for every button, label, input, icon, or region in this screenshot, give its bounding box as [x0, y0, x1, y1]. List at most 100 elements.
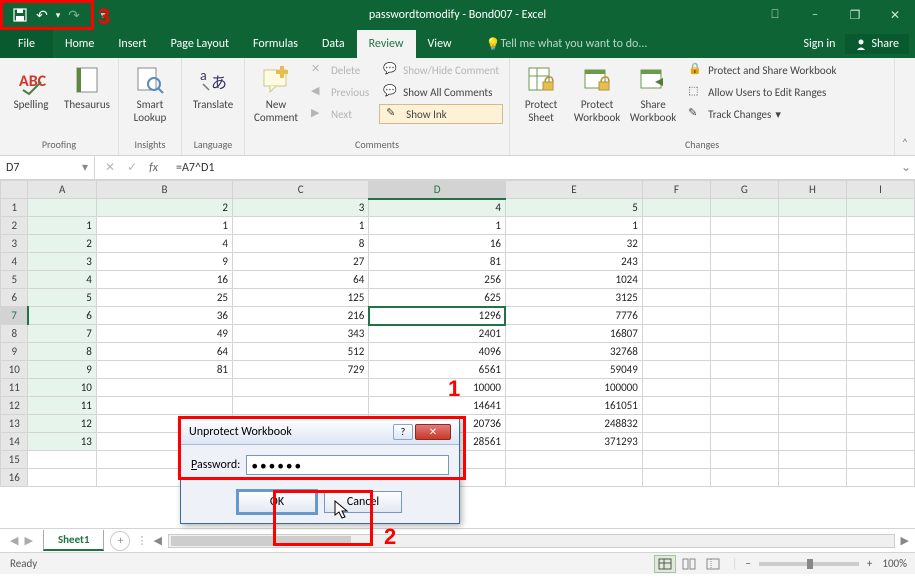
zoom-out-button[interactable]: − [745, 557, 750, 570]
cell[interactable]: 16 [96, 271, 232, 289]
cell[interactable] [233, 397, 369, 415]
cell[interactable] [642, 469, 710, 487]
cell[interactable] [846, 397, 914, 415]
row-header-14[interactable]: 14 [1, 433, 28, 451]
cell[interactable] [846, 325, 914, 343]
row-header-13[interactable]: 13 [1, 415, 28, 433]
zoom-level[interactable]: 100% [882, 557, 907, 570]
ok-button[interactable]: OK [238, 491, 316, 513]
cell[interactable] [710, 325, 778, 343]
save-icon[interactable] [9, 4, 31, 26]
col-header-A[interactable]: A [28, 181, 96, 199]
allow-edit-ranges-button[interactable]: ⬚Allow Users to Edit Ranges [684, 82, 840, 102]
cell[interactable]: 11 [28, 397, 96, 415]
cell[interactable] [778, 433, 846, 451]
col-header-H[interactable]: H [778, 181, 846, 199]
cell[interactable] [505, 451, 642, 469]
cell[interactable] [642, 271, 710, 289]
row-header-12[interactable]: 12 [1, 397, 28, 415]
tab-split-icon[interactable]: ⋮ [136, 534, 147, 547]
cell[interactable]: 10 [28, 379, 96, 397]
cell[interactable] [778, 217, 846, 235]
tab-nav-next-icon[interactable]: ▶ [24, 534, 32, 547]
tab-file[interactable]: File [0, 30, 53, 58]
smart-lookup-button[interactable]: Smart Lookup [125, 60, 175, 124]
tab-nav-prev-icon[interactable]: ◀ [10, 534, 18, 547]
cell[interactable] [96, 379, 232, 397]
dialog-help-button[interactable]: ? [393, 424, 413, 440]
cell[interactable]: 14641 [369, 397, 506, 415]
row-header-3[interactable]: 3 [1, 235, 28, 253]
add-sheet-button[interactable]: + [110, 531, 130, 551]
cell[interactable]: 1 [369, 217, 506, 235]
row-header-8[interactable]: 8 [1, 325, 28, 343]
cell[interactable]: 64 [233, 271, 369, 289]
cell[interactable]: 6 [28, 307, 96, 325]
cell[interactable]: 4096 [369, 343, 506, 361]
cell[interactable] [846, 451, 914, 469]
cell[interactable] [778, 253, 846, 271]
cell[interactable] [846, 271, 914, 289]
cell[interactable]: 16 [369, 235, 506, 253]
formula-input[interactable]: =A7^D1 [168, 161, 897, 175]
col-header-C[interactable]: C [233, 181, 369, 199]
cell[interactable]: 2 [96, 199, 232, 217]
col-header-D[interactable]: D [369, 181, 506, 199]
undo-dropdown-icon[interactable]: ▾ [53, 4, 63, 26]
cell[interactable] [846, 253, 914, 271]
cell[interactable]: 100000 [505, 379, 642, 397]
cell[interactable]: 81 [369, 253, 506, 271]
cell[interactable] [778, 451, 846, 469]
cell[interactable] [710, 271, 778, 289]
cell[interactable] [642, 361, 710, 379]
cell[interactable]: 343 [233, 325, 369, 343]
cell[interactable] [642, 415, 710, 433]
cancel-button[interactable]: Cancel [324, 491, 402, 513]
cell[interactable]: 10000 [369, 379, 506, 397]
cell[interactable]: 3 [28, 253, 96, 271]
cell[interactable] [846, 343, 914, 361]
cell[interactable]: 9 [28, 361, 96, 379]
row-header-5[interactable]: 5 [1, 271, 28, 289]
cell[interactable]: 32768 [505, 343, 642, 361]
cell[interactable] [778, 271, 846, 289]
zoom-slider[interactable] [759, 562, 859, 566]
cell[interactable] [778, 361, 846, 379]
row-header-11[interactable]: 11 [1, 379, 28, 397]
cell[interactable] [28, 469, 96, 487]
hscroll-right-icon[interactable]: ▶ [901, 534, 909, 547]
cell[interactable]: 625 [369, 289, 506, 307]
fx-icon[interactable]: fx [149, 161, 158, 175]
cell[interactable] [642, 325, 710, 343]
cell[interactable] [642, 235, 710, 253]
cell[interactable]: 1024 [505, 271, 642, 289]
row-header-1[interactable]: 1 [1, 199, 28, 217]
cell[interactable]: 12 [28, 415, 96, 433]
cell[interactable] [778, 289, 846, 307]
cell[interactable]: 36 [96, 307, 232, 325]
cell[interactable]: 4 [28, 271, 96, 289]
cell[interactable] [642, 217, 710, 235]
show-ink-button[interactable]: ✎Show Ink [379, 104, 503, 124]
col-header-I[interactable]: I [846, 181, 914, 199]
dialog-close-button[interactable]: ✕ [415, 424, 451, 440]
cell[interactable]: 64 [96, 343, 232, 361]
close-window-icon[interactable]: ✕ [875, 0, 915, 30]
cell[interactable] [846, 217, 914, 235]
row-header-15[interactable]: 15 [1, 451, 28, 469]
col-header-E[interactable]: E [505, 181, 642, 199]
cell[interactable] [233, 379, 369, 397]
dialog-titlebar[interactable]: Unprotect Workbook ? ✕ [181, 419, 459, 445]
cell[interactable]: 256 [369, 271, 506, 289]
restore-icon[interactable]: ❐ [835, 0, 875, 30]
cell[interactable] [846, 415, 914, 433]
cell[interactable]: 13 [28, 433, 96, 451]
cell[interactable]: 1 [505, 217, 642, 235]
cell[interactable] [778, 235, 846, 253]
horizontal-scrollbar[interactable] [168, 534, 895, 548]
cell[interactable] [846, 379, 914, 397]
cell[interactable] [710, 451, 778, 469]
cell[interactable]: 25 [96, 289, 232, 307]
view-normal-icon[interactable] [654, 555, 676, 573]
cell[interactable] [778, 307, 846, 325]
